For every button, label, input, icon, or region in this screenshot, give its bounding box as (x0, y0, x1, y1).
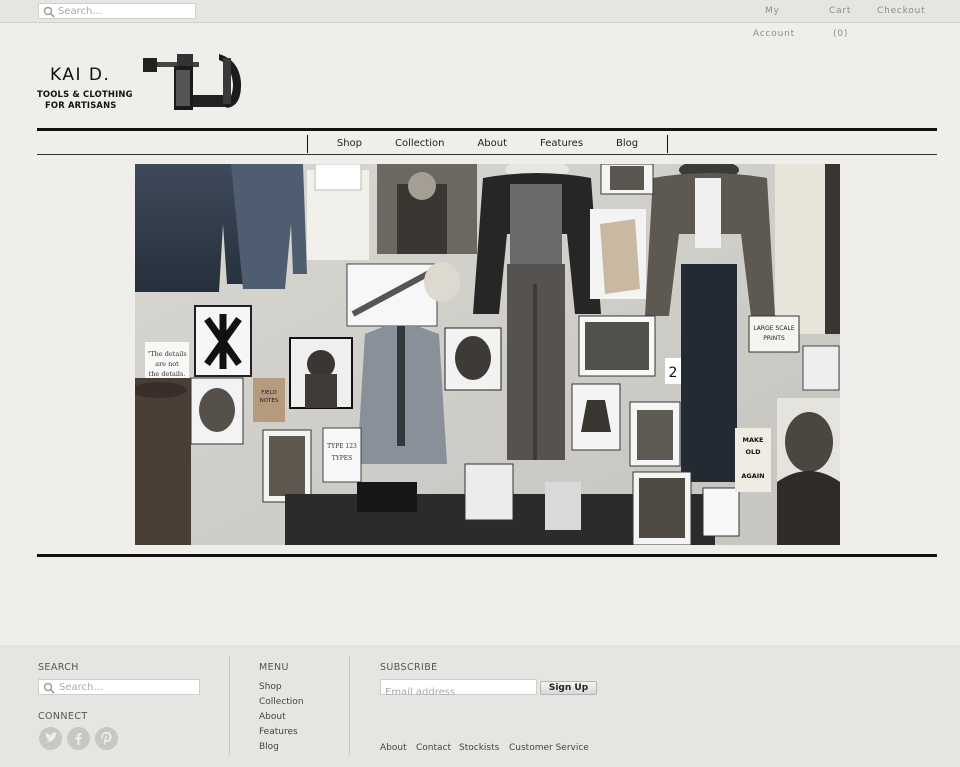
hero-image: "The details are not the details. LARGE … (135, 164, 840, 545)
hero-sign-types: TYPES (332, 455, 353, 462)
hero-sign-again: AGAIN (741, 472, 764, 480)
footer-link-contact[interactable]: Contact (416, 743, 451, 753)
footer-email-box[interactable] (380, 679, 537, 700)
nav-item-about[interactable]: About (461, 135, 524, 153)
footer-menu-about[interactable]: About (259, 712, 286, 722)
footer-search-box[interactable] (38, 679, 200, 695)
hero-quote-text-2: are not (155, 360, 179, 368)
hero-sign-old: OLD (745, 448, 761, 456)
hero-rule-bottom (37, 554, 937, 557)
footer: SEARCH CONNECT MENU Shop Collection Abou… (0, 645, 960, 767)
hero-quote-text-3: the details. (149, 370, 186, 378)
footer-menu-collection[interactable]: Collection (259, 697, 304, 707)
footer-divider-2 (349, 656, 350, 755)
footer-menu-features[interactable]: Features (259, 727, 298, 737)
hero-quote-text: "The details (147, 350, 186, 358)
footer-search-input[interactable] (59, 680, 197, 694)
hero-moodboard-illustration: "The details are not the details. LARGE … (135, 164, 840, 545)
footer-menu-heading: MENU (259, 662, 289, 673)
main-nav: Shop Collection About Features Blog (307, 135, 668, 153)
top-bar: My Cart Checkout (0, 0, 960, 23)
footer-divider-1 (229, 656, 230, 755)
nav-item-features[interactable]: Features (524, 135, 600, 153)
hero-sign-field-notes: FIELD (261, 390, 277, 396)
hero-sign-type: TYPE 123 (327, 443, 357, 450)
footer-link-about[interactable]: About (380, 743, 407, 753)
logo-brand: KAI D. (50, 65, 111, 85)
site-logo[interactable]: KAI D. TOOLS & CLOTHING FOR ARTISANS (37, 48, 247, 114)
sign-up-button[interactable]: Sign Up (540, 681, 597, 695)
nav-item-shop[interactable]: Shop (320, 135, 378, 153)
cart-link[interactable]: Cart (829, 0, 851, 23)
footer-menu-blog[interactable]: Blog (259, 742, 279, 752)
top-search-box[interactable] (38, 3, 196, 19)
facebook-icon[interactable] (67, 727, 90, 750)
nav-rule-top (37, 128, 937, 131)
footer-subscribe-heading: SUBSCRIBE (380, 662, 438, 673)
hero-sign-notes: NOTES (260, 398, 279, 404)
hero-sign-number: 2 (669, 365, 678, 381)
hero-sign-prints: PRINTS (763, 335, 785, 342)
twitter-icon[interactable] (39, 727, 62, 750)
clamp-logo-icon (143, 54, 242, 110)
my-account-label-line2[interactable]: Account (753, 29, 795, 39)
logo-tagline-2: FOR ARTISANS (45, 100, 117, 110)
footer-link-customer-service[interactable]: Customer Service (509, 743, 589, 753)
nav-rule-bottom (37, 154, 937, 155)
logo-tagline-1: TOOLS & CLOTHING (37, 89, 133, 99)
cart-count[interactable]: (0) (833, 29, 848, 39)
nav-item-collection[interactable]: Collection (379, 135, 461, 153)
hero-sign-large-scale: LARGE SCALE (753, 325, 795, 332)
footer-link-stockists[interactable]: Stockists (459, 743, 499, 753)
search-icon (43, 682, 55, 694)
footer-connect-heading: CONNECT (38, 711, 88, 722)
my-account-link[interactable]: My (765, 0, 780, 23)
footer-search-heading: SEARCH (38, 662, 79, 673)
nav-item-blog[interactable]: Blog (600, 135, 655, 153)
search-icon (43, 6, 55, 18)
footer-menu-shop[interactable]: Shop (259, 682, 282, 692)
checkout-link[interactable]: Checkout (877, 0, 926, 23)
email-field[interactable] (381, 685, 536, 700)
pinterest-icon[interactable] (95, 727, 118, 750)
top-search-input[interactable] (58, 4, 194, 18)
hero-sign-make: MAKE (743, 436, 764, 444)
my-account-label-line1: My (765, 6, 780, 16)
